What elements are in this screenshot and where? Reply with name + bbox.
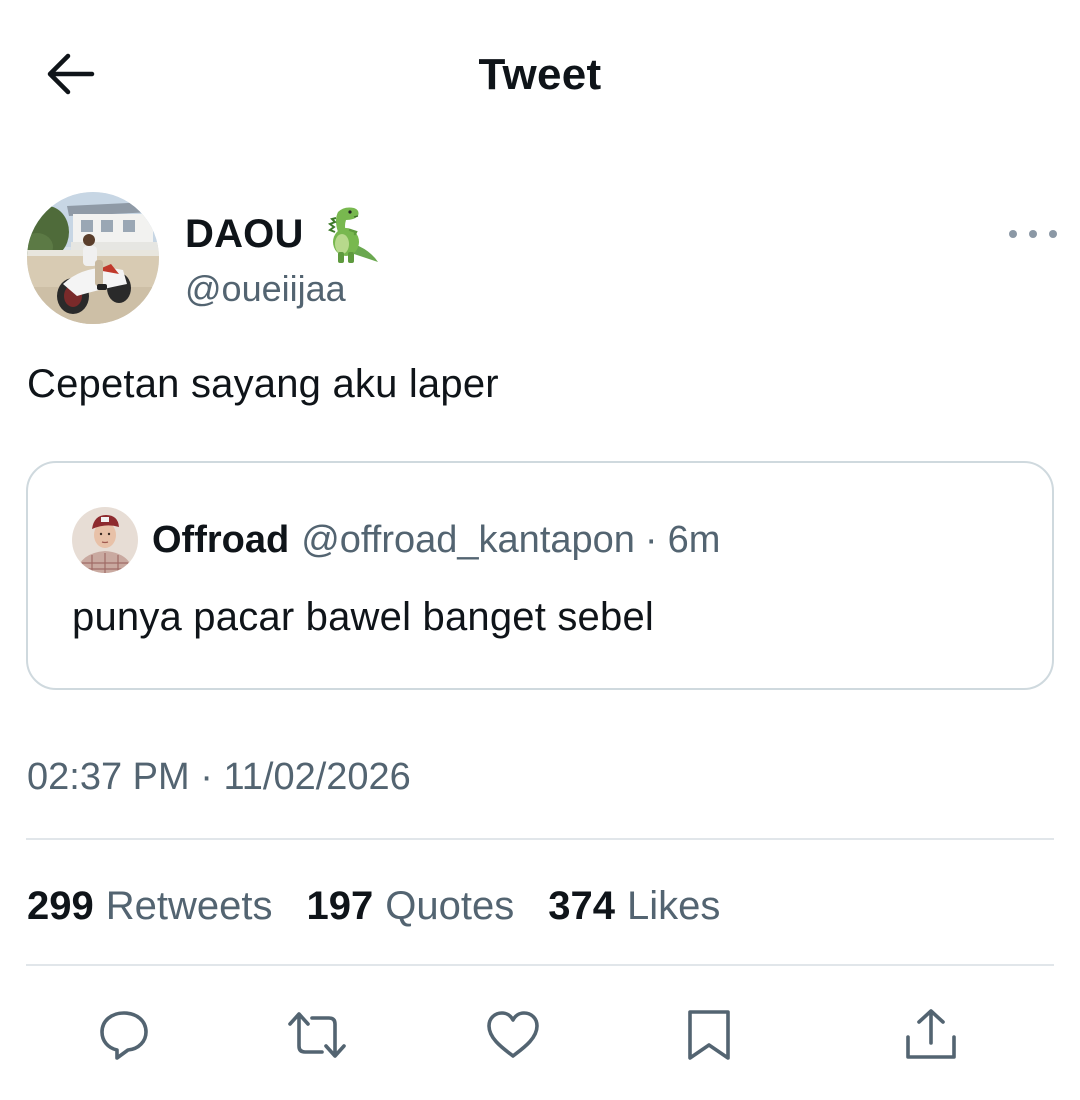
more-options-icon[interactable] xyxy=(1009,222,1057,246)
quote-text: punya pacar bawel banget sebel xyxy=(72,595,654,639)
action-bar xyxy=(0,1000,1080,1070)
avatar-photo xyxy=(27,192,159,324)
top-bar: Tweet xyxy=(0,0,1080,150)
share-button[interactable] xyxy=(900,1004,962,1066)
more-dot xyxy=(1009,230,1017,238)
tweet-text: Cepetan sayang aku laper xyxy=(27,362,499,406)
likes-stat[interactable]: 374 Likes xyxy=(548,884,720,929)
retweet-icon xyxy=(288,1012,346,1058)
quote-author-avatar[interactable] xyxy=(72,507,138,573)
reply-icon xyxy=(100,1011,148,1060)
timestamp-date: 11/02/2026 xyxy=(223,756,411,798)
bookmark-button[interactable] xyxy=(678,1004,740,1066)
author-handle[interactable]: @oueiijaa xyxy=(185,268,346,310)
likes-label: Likes xyxy=(626,884,721,928)
tweet-page: Tweet DAOU @oueiijaa Cepetan sayang aku … xyxy=(0,0,1080,1100)
page-title: Tweet xyxy=(478,50,602,99)
quotes-count: 197 xyxy=(306,884,374,928)
engagement-stats: 299 Retweets 197 Quotes 374 Likes xyxy=(27,884,754,929)
quoted-tweet-card[interactable]: Offroad @offroad_kantapon · 6m punya pac… xyxy=(26,461,1054,690)
author-name-row[interactable]: DAOU xyxy=(185,204,380,264)
share-icon xyxy=(906,1009,956,1059)
retweets-count: 299 xyxy=(27,884,94,928)
divider xyxy=(26,964,1054,966)
like-icon xyxy=(487,1011,539,1058)
author-avatar[interactable] xyxy=(27,192,159,324)
retweets-stat[interactable]: 299 Retweets xyxy=(27,884,273,929)
quote-time: 6m xyxy=(667,519,721,561)
divider xyxy=(26,838,1054,840)
more-dot xyxy=(1029,230,1037,238)
likes-count: 374 xyxy=(548,884,615,928)
like-button[interactable] xyxy=(482,1004,544,1066)
tweet-timestamp[interactable]: 02:37 PM · 11/02/2026 xyxy=(27,756,411,799)
quote-header: Offroad @offroad_kantapon · 6m xyxy=(152,519,720,562)
timestamp-separator: · xyxy=(200,756,213,798)
quote-author-name[interactable]: Offroad xyxy=(152,519,289,562)
retweets-label: Retweets xyxy=(105,884,273,928)
reply-button[interactable] xyxy=(93,1004,155,1066)
quotes-label: Quotes xyxy=(385,884,515,928)
quote-author-handle[interactable]: @offroad_kantapon xyxy=(301,519,635,562)
quote-separator: · xyxy=(644,519,658,561)
quotes-stat[interactable]: 197 Quotes xyxy=(307,884,515,929)
timestamp-time: 02:37 PM xyxy=(27,756,190,798)
t-rex-emoji-icon xyxy=(327,207,378,263)
bookmark-icon xyxy=(688,1010,730,1060)
retweet-button[interactable] xyxy=(286,1004,348,1066)
quote-avatar-photo xyxy=(72,507,138,573)
tweet-author: DAOU @oueiijaa xyxy=(27,192,1057,326)
more-dot xyxy=(1049,230,1057,238)
author-name: DAOU xyxy=(185,211,304,256)
